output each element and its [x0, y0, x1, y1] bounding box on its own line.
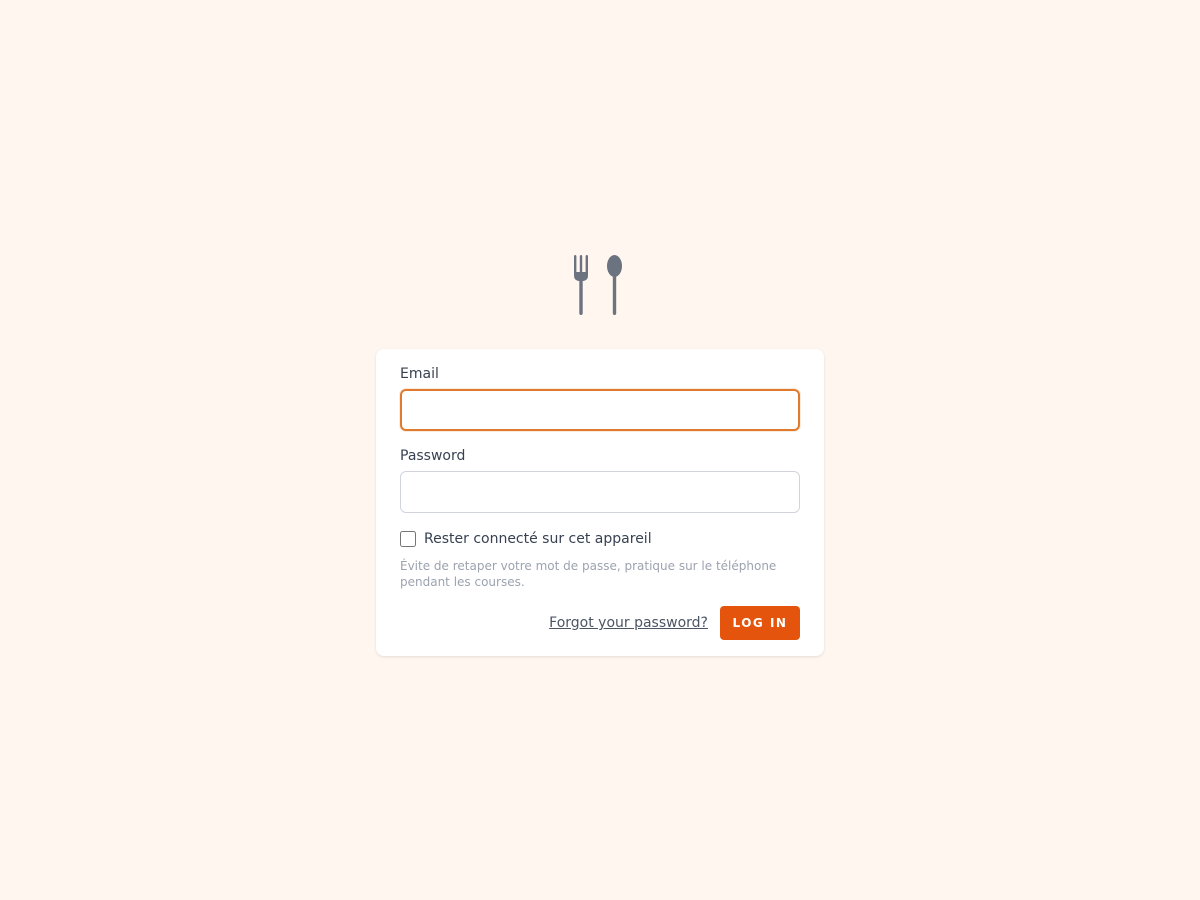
remember-me-label[interactable]: Rester connecté sur cet appareil	[424, 530, 652, 548]
password-label: Password	[400, 448, 466, 464]
email-field[interactable]	[400, 389, 800, 431]
login-button[interactable]: LOG IN	[720, 606, 800, 640]
login-card: Email Password Rester connecté sur cet a…	[376, 349, 824, 656]
remember-me-hint: Évite de retaper votre mot de passe, pra…	[400, 559, 777, 589]
fork-and-spoon-icon	[574, 255, 622, 315]
app-logo	[572, 254, 626, 316]
email-label: Email	[400, 366, 439, 382]
remember-me-row[interactable]: Rester connecté sur cet appareil	[400, 530, 652, 548]
password-field[interactable]	[400, 471, 800, 513]
remember-me-checkbox[interactable]	[400, 531, 416, 547]
form-actions: Forgot your password? LOG IN	[549, 606, 800, 640]
forgot-password-link[interactable]: Forgot your password?	[549, 615, 708, 631]
